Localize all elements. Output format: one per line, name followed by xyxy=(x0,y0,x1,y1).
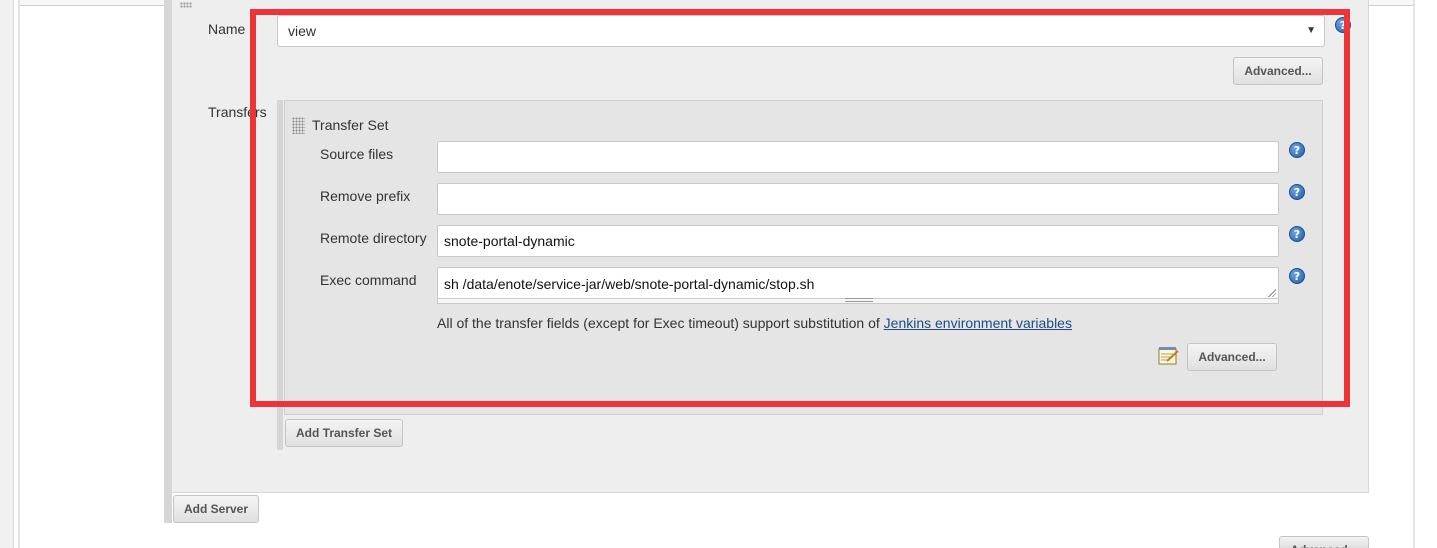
notepad-icon[interactable] xyxy=(1158,346,1180,366)
transfer-set-drag-handle[interactable] xyxy=(292,117,305,134)
transfers-left-bar xyxy=(277,100,283,450)
server-block-left-bar xyxy=(164,0,172,523)
help-icon-remove-prefix[interactable]: ? xyxy=(1289,184,1305,200)
textarea-expand-handle[interactable] xyxy=(845,298,873,302)
right-scrollbar-track[interactable] xyxy=(1413,0,1415,548)
exec-command-label: Exec command xyxy=(320,272,417,288)
textarea-resize-corner[interactable] xyxy=(1268,289,1276,297)
remove-prefix-label: Remove prefix xyxy=(320,188,411,204)
transfers-label: Transfers xyxy=(208,104,267,120)
transfer-advanced-button[interactable]: Advanced... xyxy=(1187,343,1277,371)
server-drag-handle[interactable] xyxy=(180,2,192,8)
help-icon-source-files[interactable]: ? xyxy=(1289,142,1305,158)
remote-directory-label: Remote directory xyxy=(320,230,427,246)
transfer-set-title: Transfer Set xyxy=(312,117,389,133)
help-icon-remote-directory[interactable]: ? xyxy=(1289,226,1305,242)
source-files-input[interactable] xyxy=(437,141,1279,173)
remote-directory-input[interactable]: snote-portal-dynamic xyxy=(437,225,1279,257)
server-name-value: view xyxy=(288,23,317,39)
substitution-note: All of the transfer fields (except for E… xyxy=(437,315,1072,331)
add-server-button[interactable]: Add Server xyxy=(173,495,259,523)
left-divider xyxy=(18,0,20,548)
dropdown-arrow-icon: ▼ xyxy=(1306,25,1316,36)
substitution-note-text: All of the transfer fields (except for E… xyxy=(437,315,884,331)
help-icon-exec-command[interactable]: ? xyxy=(1289,268,1305,284)
jenkins-env-vars-link[interactable]: Jenkins environment variables xyxy=(884,315,1072,331)
left-sidebar-edge xyxy=(0,0,14,548)
add-transfer-set-button[interactable]: Add Transfer Set xyxy=(285,419,403,447)
bottom-advanced-button[interactable]: Advanced... xyxy=(1279,536,1369,548)
server-name-select[interactable]: view ▼ xyxy=(277,15,1325,47)
exec-command-textarea[interactable]: sh /data/enote/service-jar/web/snote-por… xyxy=(437,267,1279,299)
source-files-label: Source files xyxy=(320,146,394,162)
name-label: Name xyxy=(208,21,246,37)
help-icon-name[interactable]: ? xyxy=(1335,17,1351,33)
remove-prefix-input[interactable] xyxy=(437,183,1279,215)
server-advanced-button[interactable]: Advanced... xyxy=(1233,57,1323,85)
